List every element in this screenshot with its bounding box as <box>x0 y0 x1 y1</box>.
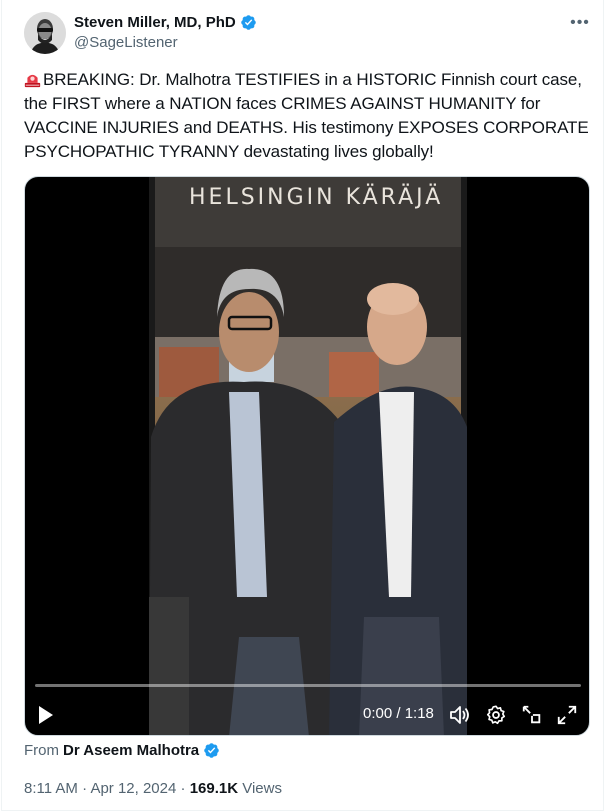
video-controls: 0:00 / 1:18 <box>25 695 589 735</box>
avatar[interactable] <box>24 12 66 54</box>
video-frame[interactable]: HELSINGIN KÄRÄJÄ <box>149 177 467 735</box>
tweet-date-link[interactable]: Apr 12, 2024 <box>90 780 176 797</box>
volume-icon[interactable] <box>449 705 471 725</box>
meta-separator: · <box>77 780 91 797</box>
author-handle[interactable]: @SageListener <box>74 34 257 51</box>
police-car-light-emoji-icon <box>24 74 41 88</box>
video-source: From Dr Aseem Malhotra <box>24 742 220 759</box>
tweet-body: BREAKING: Dr. Malhotra TESTIFIES in a HI… <box>24 70 589 161</box>
fullscreen-icon[interactable] <box>556 704 578 726</box>
meta-separator: · <box>176 780 190 797</box>
play-icon[interactable] <box>37 705 55 725</box>
views-label: Views <box>238 780 282 797</box>
tweet-header: Steven Miller, MD, PhD @SageListener ••• <box>24 12 594 60</box>
tweet-card: Steven Miller, MD, PhD @SageListener •••… <box>1 0 604 811</box>
video-player[interactable]: HELSINGIN KÄRÄJÄ 0:00 / 1:18 <box>24 176 590 736</box>
video-still <box>149 177 467 735</box>
building-sign-text: HELSINGIN KÄRÄJÄ <box>189 185 444 210</box>
video-time-display: 0:00 / 1:18 <box>363 705 434 722</box>
author-names: Steven Miller, MD, PhD @SageListener <box>74 14 257 51</box>
more-options-icon[interactable]: ••• <box>568 14 592 38</box>
settings-icon[interactable] <box>485 704 507 726</box>
verified-badge-icon <box>240 15 256 30</box>
from-label: From <box>24 742 59 759</box>
tweet-meta: 8:11 AM · Apr 12, 2024 · 169.1K Views <box>24 780 282 797</box>
pip-icon[interactable] <box>521 704 543 726</box>
tweet-time-link[interactable]: 8:11 AM <box>24 780 78 797</box>
source-name-link[interactable]: Dr Aseem Malhotra <box>63 742 199 759</box>
tweet-text: BREAKING: Dr. Malhotra TESTIFIES in a HI… <box>24 68 589 164</box>
author-display-name[interactable]: Steven Miller, MD, PhD <box>74 14 236 31</box>
verified-badge-icon <box>204 743 219 758</box>
video-progress-bar[interactable] <box>35 684 581 687</box>
views-count: 169.1K <box>189 780 239 797</box>
